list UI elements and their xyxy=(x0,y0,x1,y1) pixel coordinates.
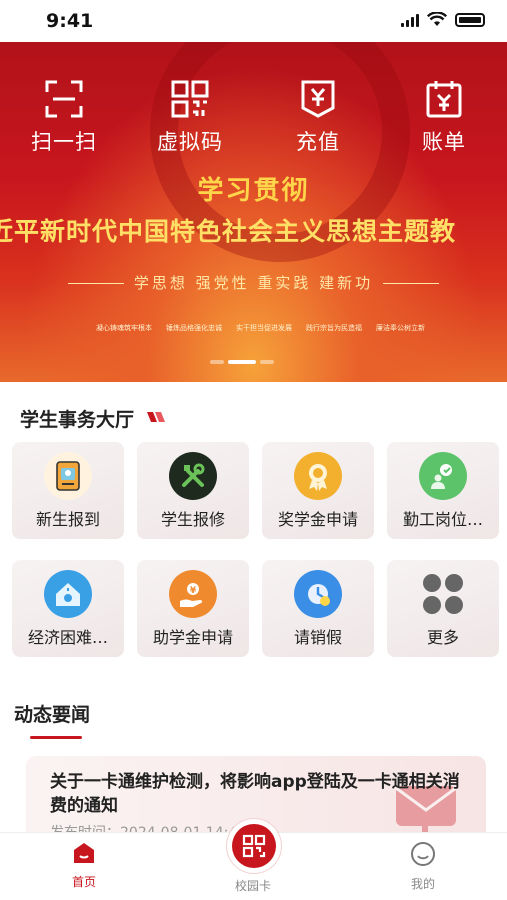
banner-subtitle: 近平新时代中国特色社会主义思想主题教 xyxy=(0,217,457,246)
leave-request-icon xyxy=(308,584,330,606)
banner-slogan: 学思想 强党性 重实践 建新功 xyxy=(0,272,507,293)
home-icon xyxy=(74,843,94,863)
battery-icon xyxy=(455,12,485,27)
scan-icon xyxy=(45,80,83,118)
more-grid-icon xyxy=(423,574,463,614)
home-aid-icon xyxy=(56,583,80,606)
id-card-icon xyxy=(56,461,80,491)
banner-tags: 凝心铸魂筑牢根本 锤炼品格强化忠诚 实干担当促进发展 践行宗旨为民造福 廉洁奉公… xyxy=(96,324,425,332)
news-title-underline xyxy=(30,736,82,739)
quick-action-scan[interactable]: 扫一扫 xyxy=(14,78,114,156)
award-medal-icon xyxy=(309,464,327,491)
repair-tools-icon xyxy=(182,463,205,487)
work-study-icon xyxy=(431,464,452,489)
wifi-icon xyxy=(427,12,447,26)
quick-action-bill[interactable]: 账单 xyxy=(394,78,494,156)
promo-banner[interactable]: 扫一扫 虚拟码 充值 账单 学习贯彻 近平新时代中国特色社会主义思想主题教 学思… xyxy=(0,42,507,382)
svg-text:¥: ¥ xyxy=(190,586,197,596)
status-time: 9:41 xyxy=(46,10,94,32)
services-title: 学生事务大厅 xyxy=(20,409,135,431)
service-grant-application[interactable]: ¥ 助学金申请 xyxy=(137,560,249,657)
tab-home[interactable]: 首页 xyxy=(34,841,134,890)
service-leave-request[interactable]: 请销假 xyxy=(262,560,374,657)
service-more[interactable]: 更多 xyxy=(387,560,499,657)
campus-card-qr-icon xyxy=(242,834,266,858)
signal-icon xyxy=(401,13,419,27)
service-new-student-registration[interactable]: 新生报到 xyxy=(12,442,124,539)
service-scholarship[interactable]: 奖学金申请 xyxy=(262,442,374,539)
tab-campus-card[interactable] xyxy=(227,819,281,873)
title-flag-icon xyxy=(147,412,165,422)
status-bar: 9:41 xyxy=(0,0,507,42)
carousel-indicator xyxy=(210,360,274,364)
tab-profile[interactable]: 我的 xyxy=(373,841,473,892)
news-headline: 关于一卡通维护检测，将影响app登陆及一卡通相关消费的通知 xyxy=(50,772,460,816)
tab-campus-card-label: 校园卡 xyxy=(234,879,271,893)
smiley-profile-icon xyxy=(411,842,435,866)
qr-code-icon xyxy=(171,80,209,118)
quick-action-recharge[interactable]: 充值 xyxy=(268,78,368,156)
recharge-icon xyxy=(301,80,335,118)
bottom-tab-bar: 首页 校园卡 我的 xyxy=(0,819,507,900)
service-student-repair[interactable]: 学生报修 xyxy=(137,442,249,539)
bill-icon xyxy=(426,81,462,118)
quick-action-virtual-code[interactable]: 虚拟码 xyxy=(140,78,240,156)
news-title: 动态要闻 xyxy=(14,704,91,726)
service-financial-hardship[interactable]: 经济困难… xyxy=(12,560,124,657)
grant-hand-icon: ¥ xyxy=(180,583,203,607)
service-work-study[interactable]: 勤工岗位… xyxy=(387,442,499,539)
banner-title: 学习贯彻 xyxy=(197,176,310,206)
